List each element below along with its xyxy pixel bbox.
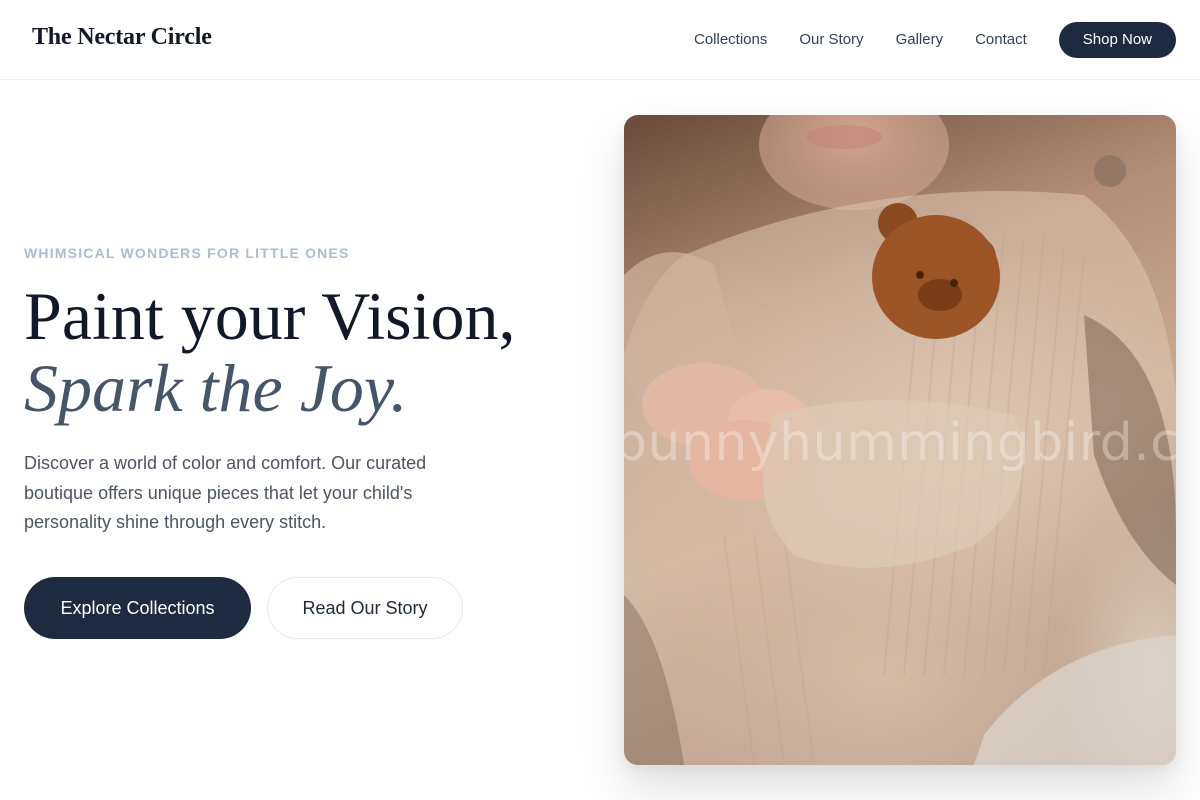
nav-link-gallery[interactable]: Gallery: [896, 22, 944, 58]
site-header: The Nectar Circle Collections Our Story …: [0, 0, 1200, 80]
hero-eyebrow: WHIMSICAL WONDERS FOR LITTLE ONES: [24, 245, 350, 261]
headline-line-2: Spark the Joy.: [24, 350, 408, 426]
main-nav: Collections Our Story Gallery Contact Sh…: [694, 22, 1176, 58]
nav-link-collections[interactable]: Collections: [694, 22, 767, 58]
hero-headline: Paint your Vision, Spark the Joy.: [24, 280, 515, 424]
headline-line-1: Paint your Vision,: [24, 278, 516, 354]
read-our-story-button[interactable]: Read Our Story: [267, 577, 463, 639]
nav-link-contact[interactable]: Contact: [975, 22, 1027, 58]
shop-now-button[interactable]: Shop Now: [1058, 22, 1176, 58]
image-watermark: bunnyhummingbird.com: [624, 413, 1176, 473]
site-logo[interactable]: The Nectar Circle: [32, 24, 212, 51]
hero-image: bunnyhummingbird.com: [624, 115, 1176, 765]
nav-link-our-story[interactable]: Our Story: [799, 22, 863, 58]
explore-collections-button[interactable]: Explore Collections: [24, 577, 251, 639]
hero-description: Discover a world of color and comfort. O…: [24, 453, 427, 532]
